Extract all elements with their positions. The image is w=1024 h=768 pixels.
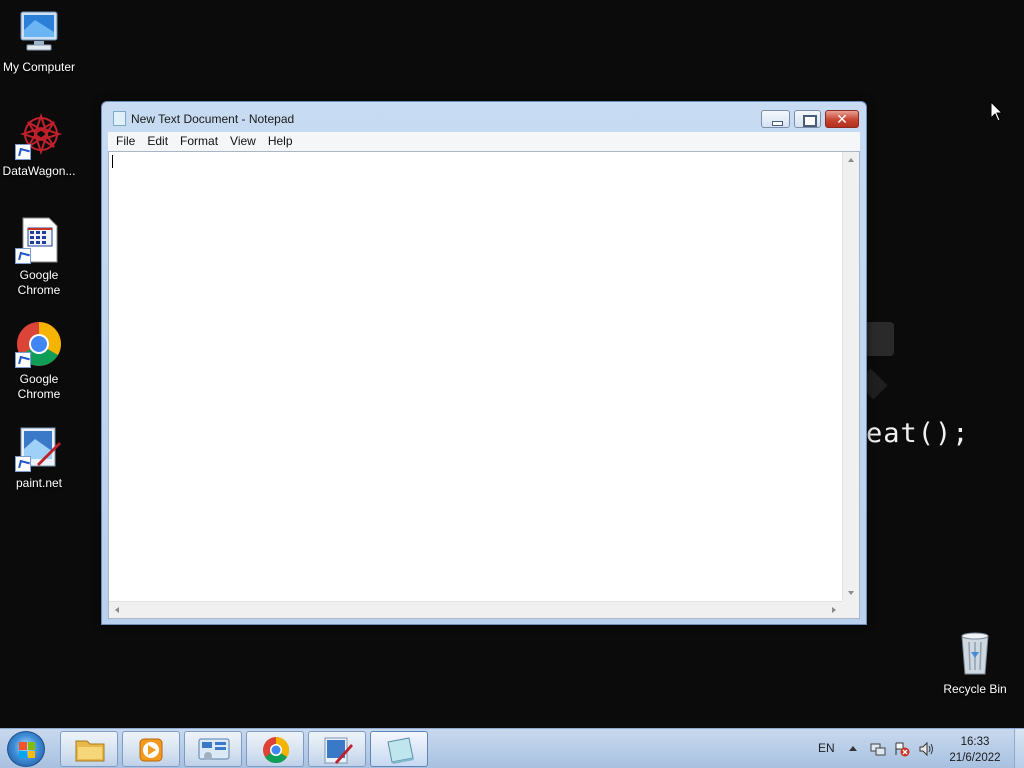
desktop-icon-google-chrome[interactable]: Google Chrome xyxy=(0,320,80,402)
maximize-button[interactable] xyxy=(794,110,821,128)
file-explorer-icon xyxy=(75,740,105,762)
editor-area xyxy=(108,151,860,619)
scroll-left-icon[interactable] xyxy=(115,607,119,613)
action-center-icon[interactable] xyxy=(894,741,910,768)
desktop-icon-label: paint.net xyxy=(15,476,63,490)
menu-format[interactable]: Format xyxy=(174,132,224,151)
start-button[interactable] xyxy=(7,731,45,767)
window-title: New Text Document - Notepad xyxy=(131,112,295,126)
document-shortcut-icon xyxy=(15,216,63,264)
desktop-icon-paintnet[interactable]: paint.net xyxy=(0,424,80,491)
shortcut-arrow-icon xyxy=(15,456,31,472)
media-player-icon xyxy=(139,738,163,762)
minimize-button[interactable] xyxy=(761,110,790,128)
desktop-icon-label: Recycle Bin xyxy=(943,682,1007,696)
system-clock[interactable]: 16:33 21/6/2022 xyxy=(940,734,1010,766)
desktop-icon-label: Google Chrome xyxy=(17,268,61,297)
datawagon-icon xyxy=(15,112,63,160)
paintnet-icon xyxy=(324,737,353,764)
chrome-icon xyxy=(15,320,63,368)
vertical-scrollbar[interactable] xyxy=(842,152,859,601)
desktop-icon-label: My Computer xyxy=(2,60,76,74)
wallpaper-code-text: eat(); xyxy=(866,418,970,449)
notepad-icon xyxy=(113,111,126,126)
size-grip[interactable] xyxy=(842,601,859,618)
shortcut-arrow-icon xyxy=(15,352,31,368)
notepad-window[interactable]: New Text Document - Notepad ✕ File Edit … xyxy=(101,101,867,625)
show-hidden-icons-icon[interactable] xyxy=(849,746,857,751)
taskbar-google-chrome[interactable] xyxy=(246,731,304,767)
network-icon[interactable] xyxy=(870,741,886,768)
windows-logo-icon xyxy=(19,742,35,758)
taskbar-control-panel[interactable] xyxy=(184,731,242,767)
desktop-icon-label: DataWagon... xyxy=(2,164,76,178)
taskbar-media-player[interactable] xyxy=(122,731,180,767)
taskbar-paintnet[interactable] xyxy=(308,731,366,767)
taskbar: EN 16:33 21/6/2022 xyxy=(0,728,1024,768)
volume-icon[interactable] xyxy=(918,741,936,768)
computer-icon xyxy=(15,8,63,56)
horizontal-scrollbar[interactable] xyxy=(109,601,842,618)
close-button[interactable]: ✕ xyxy=(825,110,859,128)
shortcut-arrow-icon xyxy=(15,248,31,264)
menu-bar: File Edit Format View Help xyxy=(108,132,860,151)
desktop-icon-recycle-bin[interactable]: Recycle Bin xyxy=(934,630,1016,697)
menu-file[interactable]: File xyxy=(110,132,141,151)
scroll-down-icon[interactable] xyxy=(848,591,854,595)
menu-edit[interactable]: Edit xyxy=(141,132,174,151)
desktop-icon-google-chrome-shortcut[interactable]: Google Chrome xyxy=(0,216,80,298)
scroll-right-icon[interactable] xyxy=(832,607,836,613)
chrome-icon xyxy=(263,736,290,764)
show-desktop-button[interactable] xyxy=(1014,729,1024,768)
clock-time: 16:33 xyxy=(960,736,990,748)
control-panel-icon xyxy=(198,738,230,760)
language-indicator[interactable]: EN xyxy=(818,741,835,768)
text-caret xyxy=(112,155,113,168)
title-bar[interactable]: New Text Document - Notepad ✕ xyxy=(102,102,866,132)
clock-date: 21/6/2022 xyxy=(949,752,1001,764)
paintnet-icon xyxy=(15,424,63,472)
menu-view[interactable]: View xyxy=(224,132,262,151)
taskbar-file-explorer[interactable] xyxy=(60,731,118,767)
scroll-up-icon[interactable] xyxy=(848,158,854,162)
desktop-icon-datawagon[interactable]: DataWagon... xyxy=(0,112,80,179)
desktop-icon-label: Google Chrome xyxy=(17,372,61,401)
close-icon: ✕ xyxy=(836,111,848,127)
menu-help[interactable]: Help xyxy=(262,132,299,151)
desktop-icon-my-computer[interactable]: My Computer xyxy=(0,8,80,75)
recycle-bin-icon xyxy=(951,630,999,678)
taskbar-notepad[interactable] xyxy=(370,731,428,767)
text-editor[interactable] xyxy=(109,152,842,601)
notepad-icon xyxy=(387,737,414,764)
shortcut-arrow-icon xyxy=(15,144,31,160)
mouse-cursor-icon xyxy=(990,100,1004,126)
